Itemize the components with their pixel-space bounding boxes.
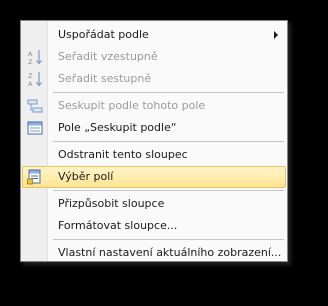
- menu-item-arrange-by[interactable]: Uspořádat podle: [22, 24, 286, 46]
- context-menu: Uspořádat podle A Z Seřadit vzestupně Z …: [20, 20, 288, 262]
- menu-item-format-columns[interactable]: Formátovat sloupce...: [22, 215, 286, 237]
- submenu-arrow-icon: [274, 31, 278, 39]
- svg-text:A: A: [28, 50, 33, 58]
- menu-item-label: Vlastní nastavení aktuálního zobrazení..…: [58, 246, 282, 259]
- menu-item-label: Uspořádat podle: [58, 28, 149, 41]
- menu-item-group-by-box[interactable]: Pole „Seskupit podle“: [22, 117, 286, 139]
- menu-item-label: Výběr polí: [58, 170, 114, 183]
- menu-item-customize-current-view[interactable]: Vlastní nastavení aktuálního zobrazení..…: [22, 242, 286, 264]
- menu-item-label: Seskupit podle tohoto pole: [58, 99, 206, 112]
- menu-item-sort-ascending[interactable]: A Z Seřadit vzestupně: [22, 46, 286, 68]
- menu-item-group-by-field[interactable]: Seskupit podle tohoto pole: [22, 95, 286, 117]
- svg-text:Z: Z: [28, 72, 33, 80]
- screenshot-stage: Uspořádat podle A Z Seřadit vzestupně Z …: [0, 0, 328, 306]
- menu-item-label: Seřadit sestupně: [58, 72, 152, 85]
- menu-item-label: Odstranit tento sloupec: [58, 148, 188, 161]
- group-by-box-icon: [27, 121, 43, 135]
- menu-item-remove-column[interactable]: Odstranit tento sloupec: [22, 144, 286, 166]
- menu-item-sort-descending[interactable]: Z A Seřadit sestupně: [22, 68, 286, 90]
- menu-item-label: Přizpůsobit sloupce: [58, 197, 165, 210]
- sort-descending-icon: Z A: [28, 72, 42, 87]
- menu-item-label: Seřadit vzestupně: [58, 50, 158, 63]
- menu-item-label: Pole „Seskupit podle“: [58, 121, 177, 134]
- menu-items: Uspořádat podle A Z Seřadit vzestupně Z …: [22, 24, 286, 264]
- menu-item-customize-columns[interactable]: Přizpůsobit sloupce: [22, 193, 286, 215]
- menu-item-label: Formátovat sloupce...: [58, 219, 178, 232]
- svg-text:A: A: [28, 80, 33, 87]
- menu-item-field-chooser[interactable]: Výběr polí: [22, 166, 286, 188]
- group-by-field-icon: [27, 99, 43, 113]
- svg-text:Z: Z: [28, 58, 33, 65]
- sort-ascending-icon: A Z: [28, 50, 42, 65]
- field-chooser-icon: [27, 169, 41, 185]
